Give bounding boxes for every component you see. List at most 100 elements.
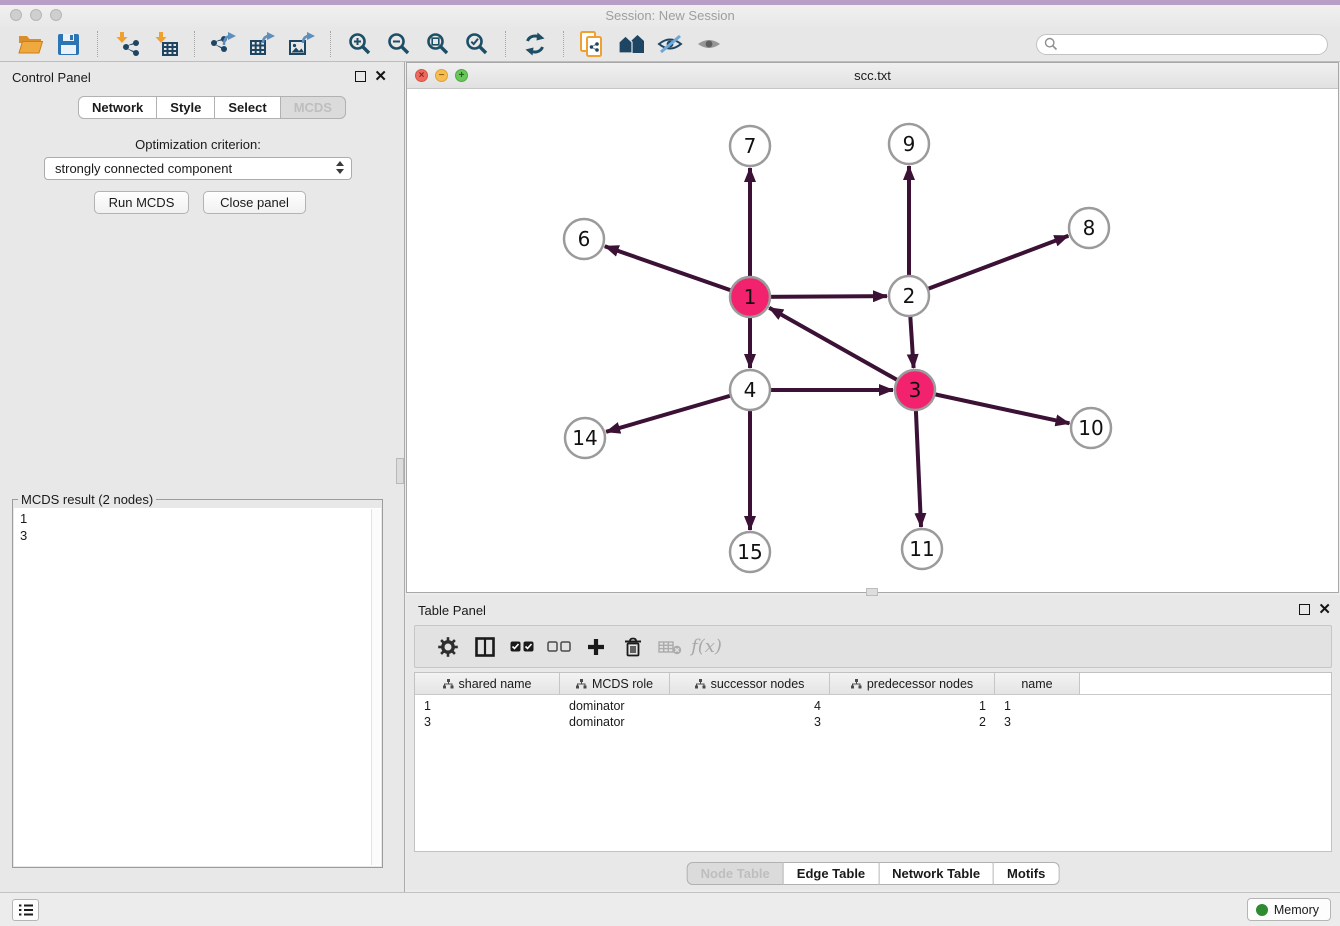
zoom-fit-icon[interactable]: [422, 30, 453, 58]
hide-selected-icon[interactable]: [655, 30, 686, 58]
show-all-icon[interactable]: [694, 30, 725, 58]
column-header-predecessor-nodes[interactable]: predecessor nodes: [830, 673, 995, 695]
column-header-MCDS-role[interactable]: MCDS role: [560, 673, 670, 695]
table-cell[interactable]: 1: [415, 698, 560, 714]
node-label-8: 8: [1083, 216, 1096, 240]
column-type-icon: [695, 679, 706, 689]
export-network-icon[interactable]: [208, 30, 239, 58]
table-tab-motifs[interactable]: Motifs: [994, 862, 1059, 885]
run-mcds-button[interactable]: Run MCDS: [94, 191, 189, 214]
search-input[interactable]: [1058, 35, 1327, 54]
table-cell[interactable]: 1: [995, 698, 1080, 714]
tab-select[interactable]: Select: [215, 96, 280, 119]
deselect-all-checkboxes-icon[interactable]: [540, 641, 577, 652]
first-neighbors-icon[interactable]: [616, 30, 647, 58]
toolbar-separator: [330, 31, 331, 57]
delete-row-icon[interactable]: [614, 637, 651, 657]
status-bar: Memory: [0, 892, 1340, 926]
save-session-icon[interactable]: [53, 30, 84, 58]
export-image-icon[interactable]: [286, 30, 317, 58]
column-header-name[interactable]: name: [995, 673, 1080, 695]
vertical-splitter-handle[interactable]: [396, 458, 404, 484]
table-tab-network-table[interactable]: Network Table: [879, 862, 994, 885]
edge-3-10[interactable]: [915, 390, 1069, 423]
table-cell[interactable]: 4: [670, 698, 830, 714]
table-cell[interactable]: dominator: [560, 714, 670, 730]
node-label-11: 11: [909, 537, 934, 561]
toolbar-separator: [97, 31, 98, 57]
column-header-shared-name[interactable]: shared name: [415, 673, 560, 695]
memory-button[interactable]: Memory: [1247, 898, 1331, 921]
close-panel-button[interactable]: Close panel: [203, 191, 306, 214]
optimization-dropdown[interactable]: strongly connected component: [44, 157, 352, 180]
tab-network[interactable]: Network: [78, 96, 157, 119]
close-table-panel-icon[interactable]: ✕: [1318, 604, 1331, 615]
add-row-icon[interactable]: [577, 638, 614, 656]
table-tabs: Node TableEdge TableNetwork TableMotifs: [687, 862, 1060, 885]
task-history-button[interactable]: [12, 899, 39, 921]
table-row[interactable]: 1dominator411: [415, 698, 1331, 714]
table-panel-title: Table Panel: [418, 603, 486, 618]
column-label: predecessor nodes: [867, 677, 973, 691]
float-panel-icon[interactable]: [355, 71, 366, 82]
network-canvas[interactable]: 7968124314101511: [407, 88, 1338, 592]
delete-table-icon: [651, 639, 688, 655]
task-list-icon: [18, 903, 34, 917]
import-table-icon[interactable]: [150, 30, 181, 58]
memory-label: Memory: [1274, 903, 1319, 917]
node-label-14: 14: [572, 426, 597, 450]
control-panel-tabs: NetworkStyleSelectMCDS: [78, 96, 346, 119]
zoom-selected-icon[interactable]: [461, 30, 492, 58]
main-toolbar: [0, 27, 1340, 62]
table-cell[interactable]: 3: [415, 714, 560, 730]
tab-style[interactable]: Style: [157, 96, 215, 119]
column-header-successor-nodes[interactable]: successor nodes: [670, 673, 830, 695]
memory-status-icon: [1256, 904, 1268, 916]
network-window-titlebar: × − + scc.txt: [407, 63, 1338, 89]
result-scrollbar[interactable]: [371, 509, 380, 865]
table-settings-icon[interactable]: [429, 637, 466, 657]
edge-4-14[interactable]: [606, 390, 750, 432]
column-label: MCDS role: [592, 677, 653, 691]
zoom-in-icon[interactable]: [344, 30, 375, 58]
mcds-result-title: MCDS result (2 nodes): [18, 492, 156, 507]
node-label-9: 9: [903, 132, 916, 156]
duplicate-network-icon[interactable]: [577, 30, 608, 58]
table-cell[interactable]: 1: [830, 698, 995, 714]
app-titlebar: Session: New Session: [0, 5, 1340, 27]
table-cell[interactable]: dominator: [560, 698, 670, 714]
search-field[interactable]: [1036, 34, 1328, 55]
table-cell[interactable]: 2: [830, 714, 995, 730]
export-table-icon[interactable]: [247, 30, 278, 58]
node-label-2: 2: [903, 284, 916, 308]
zoom-out-icon[interactable]: [383, 30, 414, 58]
edge-3-1[interactable]: [769, 308, 915, 390]
node-label-10: 10: [1078, 416, 1103, 440]
edge-1-6[interactable]: [605, 246, 750, 297]
import-network-icon[interactable]: [111, 30, 142, 58]
toolbar-separator: [505, 31, 506, 57]
select-all-checkboxes-icon[interactable]: [503, 641, 540, 652]
node-label-3: 3: [909, 378, 922, 402]
table-header-row: shared name MCDS role successor nodes prede…: [415, 673, 1331, 695]
node-label-6: 6: [578, 227, 591, 251]
result-line: 1: [20, 510, 381, 527]
network-window: × − + scc.txt 7968124314101511: [406, 62, 1339, 593]
column-type-icon: [851, 679, 862, 689]
node-label-4: 4: [744, 378, 757, 402]
float-table-panel-icon[interactable]: [1299, 604, 1310, 615]
split-panel-icon[interactable]: [466, 637, 503, 657]
table-tab-node-table[interactable]: Node Table: [687, 862, 784, 885]
horizontal-splitter-handle[interactable]: [866, 588, 878, 596]
table-cell[interactable]: 3: [670, 714, 830, 730]
tab-mcds[interactable]: MCDS: [281, 96, 346, 119]
edge-2-8[interactable]: [909, 236, 1068, 296]
table-tab-edge-table[interactable]: Edge Table: [784, 862, 879, 885]
refresh-icon[interactable]: [519, 30, 550, 58]
search-icon: [1044, 37, 1058, 51]
close-panel-icon[interactable]: ✕: [374, 71, 387, 82]
table-row[interactable]: 3dominator323: [415, 714, 1331, 730]
open-session-icon[interactable]: [14, 30, 45, 58]
function-builder-icon: f(x): [688, 636, 725, 657]
table-cell[interactable]: 3: [995, 714, 1080, 730]
